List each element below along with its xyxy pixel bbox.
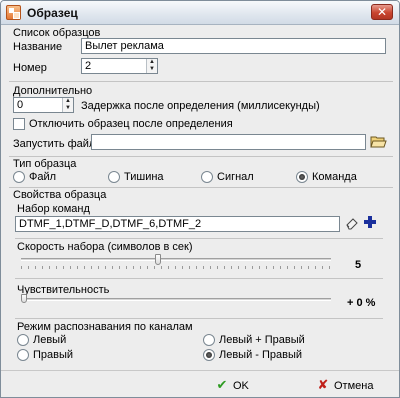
radio-channel-right[interactable] <box>17 349 29 361</box>
eraser-icon[interactable] <box>345 216 359 230</box>
separator <box>9 156 393 157</box>
number-value: 2 <box>85 60 92 72</box>
speed-slider-track <box>21 258 331 261</box>
delay-spinner[interactable]: ▲ ▼ <box>62 98 73 112</box>
cancel-button-label: Отмена <box>334 380 374 392</box>
commands-input[interactable]: DTMF_1,DTMF_D,DTMF_6,DTMF_2 <box>15 216 340 232</box>
close-button[interactable]: ✕ <box>371 4 393 20</box>
cancel-button[interactable]: ✘ Отмена <box>316 375 374 395</box>
radio-channel-left-minus-right[interactable] <box>203 349 215 361</box>
sensitivity-value: + 0 % <box>347 297 376 309</box>
spin-down-icon[interactable]: ▼ <box>147 66 157 73</box>
radio-channel-left-minus-right-label: Левый - Правый <box>219 349 303 361</box>
number-spinner[interactable]: ▲ ▼ <box>146 59 157 73</box>
channels-group-title: Режим распознавания по каналам <box>17 321 193 333</box>
spin-up-icon[interactable]: ▲ <box>63 98 73 105</box>
disable-checkbox[interactable] <box>13 118 25 130</box>
commands-label: Набор команд <box>17 203 90 215</box>
window-title: Образец <box>27 6 78 20</box>
sensitivity-slider-thumb[interactable] <box>21 294 27 303</box>
radio-type-signal-label: Сигнал <box>217 171 254 183</box>
name-input[interactable]: Вылет реклама <box>81 38 386 54</box>
props-group-title: Свойства образца <box>13 189 107 201</box>
run-file-label: Запустить файл <box>13 138 96 150</box>
sample-type-group-title: Тип образца <box>13 158 77 170</box>
radio-channel-right-label: Правый <box>33 349 74 361</box>
spin-up-icon[interactable]: ▲ <box>147 59 157 66</box>
add-icon[interactable] <box>363 215 377 229</box>
speed-slider[interactable] <box>21 254 331 270</box>
radio-type-file[interactable] <box>13 171 25 183</box>
speed-slider-thumb[interactable] <box>155 254 161 265</box>
radio-type-silence-label: Тишина <box>124 171 164 183</box>
spin-down-icon[interactable]: ▼ <box>63 105 73 112</box>
ok-button-label: OK <box>233 380 249 392</box>
speed-value: 5 <box>355 259 362 271</box>
open-folder-icon[interactable] <box>370 133 387 149</box>
speed-slider-ticks <box>21 266 331 269</box>
cancel-icon: ✘ <box>317 377 329 392</box>
disable-label: Отключить образец после определения <box>29 118 233 130</box>
delay-label: Задержка после определения (миллисекунды… <box>81 100 320 112</box>
number-label: Номер <box>13 62 47 74</box>
delay-value: 0 <box>17 99 24 111</box>
separator <box>15 238 383 239</box>
separator <box>9 187 393 188</box>
sensitivity-slider[interactable] <box>21 294 331 309</box>
radio-type-signal[interactable] <box>201 171 213 183</box>
radio-channel-left-label: Левый <box>33 334 67 346</box>
app-icon <box>6 5 21 20</box>
ok-button[interactable]: ✔ OK <box>215 375 249 395</box>
radio-type-file-label: Файл <box>29 171 57 183</box>
sensitivity-slider-track <box>21 298 331 301</box>
separator <box>15 278 383 279</box>
dialog-footer: ✔ OK ✘ Отмена <box>1 370 399 397</box>
speed-label: Скорость набора (символов в сек) <box>17 241 193 253</box>
run-file-input[interactable] <box>91 134 366 150</box>
radio-type-silence[interactable] <box>108 171 120 183</box>
radio-type-command-label: Команда <box>312 171 357 183</box>
radio-channel-left-plus-right[interactable] <box>203 334 215 346</box>
radio-channel-left-plus-right-label: Левый + Правый <box>219 334 305 346</box>
radio-channel-left[interactable] <box>17 334 29 346</box>
separator <box>9 81 393 82</box>
dialog-window: Образец ✕ Список образцов Название Вылет… <box>0 0 400 398</box>
radio-type-command[interactable] <box>296 171 308 183</box>
name-label: Название <box>13 41 63 53</box>
check-icon: ✔ <box>216 377 228 392</box>
separator <box>15 318 383 319</box>
title-bar[interactable]: Образец ✕ <box>1 1 399 25</box>
